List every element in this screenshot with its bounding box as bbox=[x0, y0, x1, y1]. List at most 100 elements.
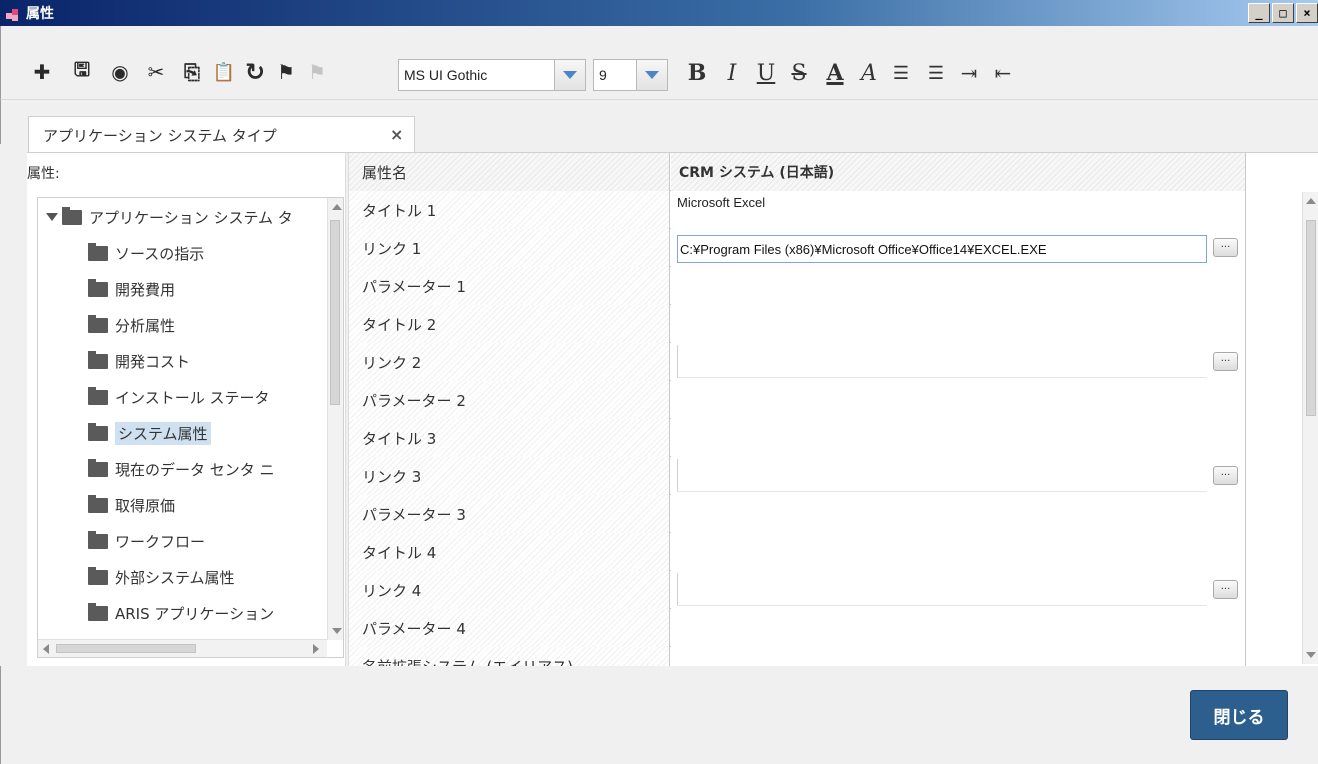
scroll-down-icon[interactable] bbox=[1306, 652, 1316, 658]
add-icon[interactable]: ✚ bbox=[30, 58, 54, 86]
italic-icon[interactable]: I bbox=[721, 58, 743, 88]
bold-icon[interactable]: B bbox=[686, 58, 708, 88]
browse-button[interactable]: ... bbox=[1213, 466, 1238, 485]
app-icon bbox=[6, 5, 24, 21]
font-name-select[interactable]: MS UI Gothic bbox=[398, 59, 586, 91]
indent-icon[interactable]: ⇥ bbox=[958, 58, 980, 88]
save-icon[interactable]: 🖫 bbox=[70, 58, 94, 86]
tree-item[interactable]: 分析属性 bbox=[88, 308, 175, 342]
tree-item[interactable]: ワークフロー bbox=[88, 524, 205, 558]
tree-item[interactable]: 外部システム属性 bbox=[88, 560, 235, 594]
font-size-select[interactable]: 9 bbox=[593, 59, 668, 91]
table-row[interactable]: パラメーター 4 bbox=[349, 609, 1246, 647]
tab-application-system-type[interactable]: アプリケーション システム タイプ × bbox=[28, 116, 415, 154]
tree-item-selected[interactable]: システム属性 bbox=[88, 416, 211, 450]
link-input[interactable] bbox=[677, 459, 1207, 492]
title-bar: 属性 _ □ × bbox=[0, 0, 1318, 26]
tree-item-root[interactable]: アプリケーション システム タ bbox=[46, 200, 293, 234]
table-row[interactable]: タイトル 3 bbox=[349, 419, 1246, 457]
close-window-button[interactable]: × bbox=[1296, 3, 1318, 23]
content-panel: 属性: アプリケーション システム タ ソースの指示 開発費用 分析属性 開発コ… bbox=[27, 152, 1318, 667]
browse-button[interactable]: ... bbox=[1213, 352, 1238, 371]
attribute-name: タイトル 2 bbox=[349, 305, 670, 343]
attribute-value[interactable] bbox=[671, 305, 1246, 343]
tree-item[interactable]: 現在のデータ センタ ニ bbox=[88, 452, 275, 486]
scroll-right-icon[interactable] bbox=[313, 644, 319, 654]
attribute-value[interactable]: ... bbox=[671, 457, 1246, 495]
underline-icon[interactable]: U bbox=[755, 58, 777, 88]
unordered-list-icon[interactable]: ☰ bbox=[925, 58, 947, 88]
refresh-icon[interactable]: ↻ bbox=[243, 58, 267, 86]
minimize-button[interactable]: _ bbox=[1248, 3, 1270, 23]
attribute-name: パラメーター 1 bbox=[349, 267, 670, 305]
close-tab-icon[interactable]: × bbox=[390, 125, 403, 144]
attribute-value[interactable]: C:¥Program Files (x86)¥Microsoft Office¥… bbox=[671, 229, 1246, 267]
close-button[interactable]: 閉じる bbox=[1190, 690, 1288, 740]
table-row[interactable]: リンク 2 ... bbox=[349, 343, 1246, 381]
font-color-icon[interactable]: A bbox=[823, 58, 847, 88]
link-input[interactable] bbox=[677, 345, 1207, 378]
attribute-value[interactable] bbox=[671, 609, 1246, 647]
table-row[interactable]: タイトル 4 bbox=[349, 533, 1246, 571]
link-input[interactable] bbox=[677, 573, 1207, 606]
attribute-value[interactable] bbox=[671, 267, 1246, 305]
scroll-thumb[interactable] bbox=[330, 220, 340, 405]
copy-icon[interactable]: ⎘ bbox=[180, 58, 204, 86]
attribute-value[interactable] bbox=[671, 647, 1246, 667]
flag-icon[interactable]: ⚑ bbox=[274, 58, 298, 86]
scroll-thumb[interactable] bbox=[56, 644, 196, 653]
folder-icon bbox=[62, 206, 82, 225]
grid-vertical-scrollbar[interactable] bbox=[1302, 192, 1318, 664]
strikethrough-icon[interactable]: S bbox=[788, 58, 810, 88]
table-row[interactable]: パラメーター 3 bbox=[349, 495, 1246, 533]
tree-item[interactable]: 開発コスト bbox=[88, 344, 190, 378]
outdent-icon[interactable]: ⇤ bbox=[992, 58, 1014, 88]
font-size-dropdown-icon[interactable] bbox=[636, 60, 667, 90]
scroll-down-icon[interactable] bbox=[332, 628, 342, 634]
tree-horizontal-scrollbar[interactable] bbox=[38, 639, 327, 657]
expand-icon[interactable] bbox=[46, 213, 58, 221]
link-path-input[interactable]: C:¥Program Files (x86)¥Microsoft Office¥… bbox=[677, 235, 1207, 263]
attribute-value[interactable] bbox=[671, 419, 1246, 457]
cut-icon[interactable]: ✂ bbox=[144, 58, 168, 86]
scroll-up-icon[interactable] bbox=[1306, 198, 1316, 204]
attribute-value[interactable]: Microsoft Excel bbox=[671, 191, 1246, 229]
font-size-value: 9 bbox=[599, 67, 607, 83]
column-header-value[interactable]: CRM システム (日本語) bbox=[671, 153, 1246, 191]
table-row[interactable]: パラメーター 1 bbox=[349, 267, 1246, 305]
paste-icon[interactable]: 📋 bbox=[212, 58, 236, 86]
table-row[interactable]: リンク 1 C:¥Program Files (x86)¥Microsoft O… bbox=[349, 229, 1246, 267]
attribute-value[interactable] bbox=[671, 495, 1246, 533]
table-row[interactable]: 名前拡張システム (エイリアス) bbox=[349, 647, 1246, 667]
browse-button[interactable]: ... bbox=[1213, 580, 1238, 599]
column-header-name[interactable]: 属性名 bbox=[349, 153, 670, 191]
tree-item[interactable]: 開発費用 bbox=[88, 272, 175, 306]
tree-item[interactable]: ソースの指示 bbox=[88, 236, 204, 270]
table-row[interactable]: パラメーター 2 bbox=[349, 381, 1246, 419]
highlight-icon[interactable]: A bbox=[858, 58, 880, 88]
font-name-value: MS UI Gothic bbox=[404, 67, 488, 83]
font-name-dropdown-icon[interactable] bbox=[554, 60, 585, 90]
globe-icon[interactable]: ◉ bbox=[108, 58, 132, 86]
scroll-up-icon[interactable] bbox=[332, 204, 342, 210]
table-row[interactable]: タイトル 1 Microsoft Excel bbox=[349, 191, 1246, 229]
attribute-value[interactable] bbox=[671, 381, 1246, 419]
tree-item[interactable]: 取得原価 bbox=[88, 488, 175, 522]
attribute-name: パラメーター 3 bbox=[349, 495, 670, 533]
attribute-value[interactable]: ... bbox=[671, 571, 1246, 609]
folder-icon bbox=[88, 458, 108, 477]
table-row[interactable]: タイトル 2 bbox=[349, 305, 1246, 343]
tree-item[interactable]: ARIS アプリケーション bbox=[88, 596, 274, 630]
tree-vertical-scrollbar[interactable] bbox=[327, 198, 343, 640]
table-row[interactable]: リンク 3 ... bbox=[349, 457, 1246, 495]
attribute-value[interactable] bbox=[671, 533, 1246, 571]
browse-button[interactable]: ... bbox=[1213, 238, 1238, 257]
attribute-name: 名前拡張システム (エイリアス) bbox=[349, 647, 670, 667]
table-row[interactable]: リンク 4 ... bbox=[349, 571, 1246, 609]
tree-item[interactable]: インストール ステータ bbox=[88, 380, 269, 414]
ordered-list-icon[interactable]: ☰ bbox=[890, 58, 912, 88]
scroll-left-icon[interactable] bbox=[43, 644, 49, 654]
maximize-button[interactable]: □ bbox=[1272, 3, 1294, 23]
attribute-value[interactable]: ... bbox=[671, 343, 1246, 381]
scroll-thumb[interactable] bbox=[1306, 220, 1316, 416]
